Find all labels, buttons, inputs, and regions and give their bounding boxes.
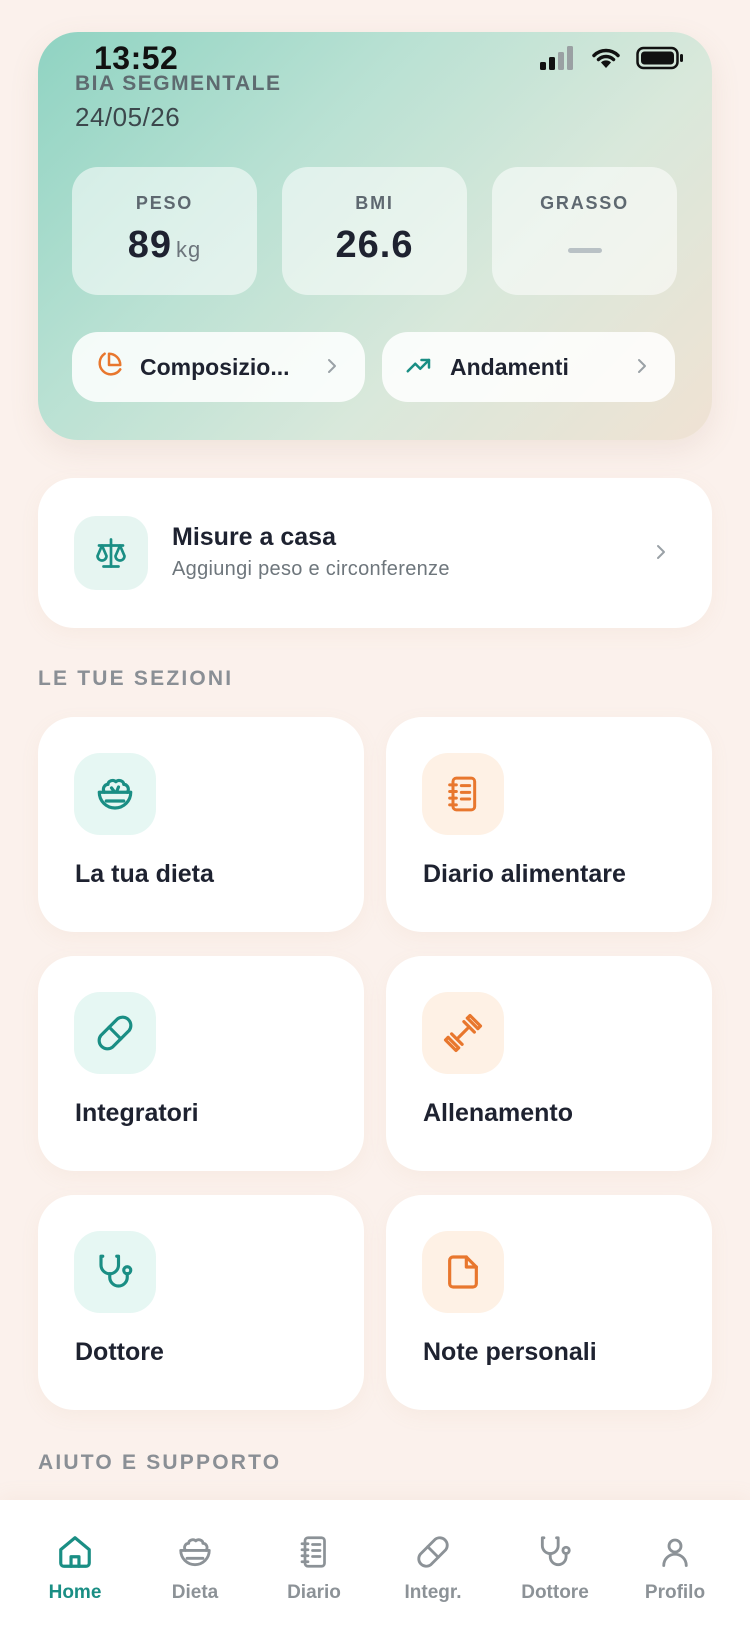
nav-label: Integr. [404, 1582, 462, 1603]
tile-diario[interactable]: Diario alimentare [386, 717, 712, 932]
metric-label: PESO [135, 193, 194, 213]
salad-bowl-icon [74, 753, 156, 835]
nav-diario[interactable]: Diario [259, 1532, 369, 1604]
stethoscope-icon [500, 1532, 610, 1572]
battery-icon [636, 46, 684, 75]
chevron-right-icon [325, 354, 339, 383]
metric-bmi: BMI 26.6 [282, 167, 467, 295]
pie-chart-icon [94, 350, 124, 385]
dumbbell-icon [422, 992, 504, 1074]
nav-label: Dieta [171, 1582, 219, 1603]
nav-label: Profilo [644, 1582, 706, 1603]
scale-icon [74, 516, 148, 590]
andamenti-label: Andamenti [450, 353, 569, 380]
nav-label: Diario [287, 1582, 341, 1603]
metric-label: GRASSO [540, 193, 629, 213]
tile-dottore[interactable]: Dottore [38, 1195, 364, 1410]
misure-title: Misure a casa [172, 523, 336, 551]
peso-unit: kg [176, 237, 202, 262]
andamenti-button[interactable]: Andamenti [382, 332, 675, 402]
stethoscope-icon [74, 1231, 156, 1313]
nav-dieta[interactable]: Dieta [140, 1532, 250, 1604]
trending-up-icon [404, 350, 434, 385]
status-time: 13:52 [94, 40, 179, 76]
chevron-right-icon [654, 540, 668, 569]
nav-label: Dottore [521, 1582, 589, 1603]
notebook-icon [259, 1532, 369, 1572]
help-heading: AIUTO E SUPPORTO [38, 1451, 282, 1474]
pill-icon [378, 1532, 488, 1572]
tile-label: Integratori [75, 1099, 199, 1127]
tile-integratori[interactable]: Integratori [38, 956, 364, 1171]
misure-a-casa-card[interactable]: Misure a casa Aggiungi peso e circonfere… [38, 478, 712, 628]
composizione-label: Composizio... [140, 353, 290, 380]
tile-label: Diario alimentare [423, 860, 626, 888]
pill-icon [74, 992, 156, 1074]
signal-icon [540, 46, 576, 75]
home-screen: BIA SEGMENTALE 24/05/26 PESO 89 kg BMI 26… [0, 0, 750, 1631]
tile-label: Allenamento [423, 1099, 574, 1127]
peso-value: 89 [127, 224, 173, 266]
nav-integratori[interactable]: Integr. [378, 1532, 488, 1604]
bia-date: 24/05/26 [75, 102, 181, 132]
tile-label: Dottore [75, 1338, 164, 1366]
nav-home[interactable]: Home [20, 1532, 130, 1604]
nav-dottore[interactable]: Dottore [500, 1532, 610, 1604]
note-icon [422, 1231, 504, 1313]
composizione-button[interactable]: Composizio... [72, 332, 365, 402]
nav-profilo[interactable]: Profilo [620, 1532, 730, 1604]
tile-allenamento[interactable]: Allenamento [386, 956, 712, 1171]
metric-label: BMI [355, 193, 394, 213]
nav-label: Home [48, 1582, 102, 1603]
wifi-icon [590, 46, 622, 75]
tile-label: La tua dieta [75, 860, 214, 888]
chevron-right-icon [635, 354, 649, 383]
metric-grasso: GRASSO [492, 167, 677, 295]
bottom-nav: Home Dieta Diario Integr. Dottore Profil… [0, 1500, 750, 1631]
sections-heading: LE TUE SEZIONI [38, 667, 234, 690]
empty-value-dash [567, 248, 602, 253]
user-icon [620, 1532, 730, 1572]
notebook-icon [422, 753, 504, 835]
metric-value: 89 kg [72, 224, 257, 267]
bia-summary-card: BIA SEGMENTALE 24/05/26 PESO 89 kg BMI 26… [38, 32, 712, 440]
tile-note-personali[interactable]: Note personali [386, 1195, 712, 1410]
bmi-value: 26.6 [335, 224, 414, 266]
tile-dieta[interactable]: La tua dieta [38, 717, 364, 932]
tile-label: Note personali [423, 1338, 597, 1366]
misure-subtitle: Aggiungi peso e circonferenze [172, 558, 450, 580]
metric-peso: PESO 89 kg [72, 167, 257, 295]
status-icons [540, 46, 684, 75]
salad-bowl-icon [140, 1532, 250, 1572]
home-icon [20, 1532, 130, 1572]
